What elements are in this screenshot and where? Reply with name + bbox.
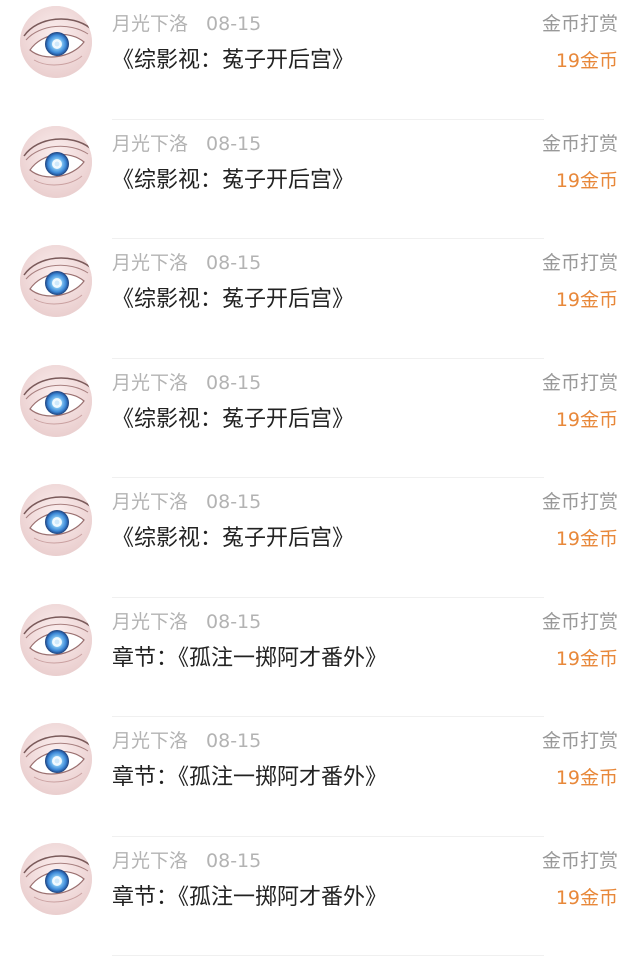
- reward-amount: 19金币: [556, 526, 618, 552]
- eye-avatar-icon: [20, 723, 92, 795]
- avatar[interactable]: [20, 126, 92, 198]
- username[interactable]: 月光下洛: [112, 13, 188, 35]
- eye-avatar-icon: [20, 365, 92, 437]
- username[interactable]: 月光下洛: [112, 850, 188, 872]
- list-item[interactable]: 月光下洛 08-15 章节：《孤注一掷阿才番外》 金币打赏 19金币: [0, 598, 640, 718]
- eye-avatar-icon: [20, 126, 92, 198]
- list-item[interactable]: 月光下洛 08-15 章节：《孤注一掷阿才番外》 金币打赏 19金币: [0, 837, 640, 956]
- item-meta: 月光下洛 08-15: [112, 250, 261, 276]
- item-meta: 月光下洛 08-15: [112, 131, 261, 157]
- list-item[interactable]: 月光下洛 08-15 《综影视：菟子开后宫》 金币打赏 19金币: [0, 359, 640, 479]
- item-meta: 月光下洛 08-15: [112, 609, 261, 635]
- eye-avatar-icon: [20, 6, 92, 78]
- reward-type-label: 金币打赏: [542, 250, 618, 276]
- item-meta: 月光下洛 08-15: [112, 11, 261, 37]
- eye-avatar-icon: [20, 604, 92, 676]
- avatar[interactable]: [20, 843, 92, 915]
- book-title[interactable]: 《综影视：菟子开后宫》: [112, 524, 354, 554]
- reward-type-label: 金币打赏: [542, 370, 618, 396]
- eye-avatar-icon: [20, 843, 92, 915]
- avatar[interactable]: [20, 365, 92, 437]
- list-item[interactable]: 月光下洛 08-15 《综影视：菟子开后宫》 金币打赏 19金币: [0, 478, 640, 598]
- date: 08-15: [206, 611, 261, 633]
- date: 08-15: [206, 850, 261, 872]
- item-meta: 月光下洛 08-15: [112, 728, 261, 754]
- reward-type-label: 金币打赏: [542, 11, 618, 37]
- date: 08-15: [206, 13, 261, 35]
- username[interactable]: 月光下洛: [112, 611, 188, 633]
- username[interactable]: 月光下洛: [112, 730, 188, 752]
- avatar[interactable]: [20, 604, 92, 676]
- username[interactable]: 月光下洛: [112, 252, 188, 274]
- reward-type-label: 金币打赏: [542, 609, 618, 635]
- item-meta: 月光下洛 08-15: [112, 370, 261, 396]
- reward-list: 月光下洛 08-15 《综影视：菟子开后宫》 金币打赏 19金币 月光下洛 08-1…: [0, 0, 640, 956]
- list-item[interactable]: 月光下洛 08-15 《综影视：菟子开后宫》 金币打赏 19金币: [0, 120, 640, 240]
- book-title[interactable]: 章节：《孤注一掷阿才番外》: [112, 644, 387, 674]
- reward-amount: 19金币: [556, 885, 618, 911]
- eye-avatar-icon: [20, 484, 92, 556]
- reward-type-label: 金币打赏: [542, 131, 618, 157]
- date: 08-15: [206, 491, 261, 513]
- book-title[interactable]: 《综影视：菟子开后宫》: [112, 166, 354, 196]
- date: 08-15: [206, 133, 261, 155]
- reward-amount: 19金币: [556, 646, 618, 672]
- eye-avatar-icon: [20, 245, 92, 317]
- avatar[interactable]: [20, 484, 92, 556]
- book-title[interactable]: 《综影视：菟子开后宫》: [112, 285, 354, 315]
- reward-amount: 19金币: [556, 48, 618, 74]
- reward-type-label: 金币打赏: [542, 848, 618, 874]
- book-title[interactable]: 章节：《孤注一掷阿才番外》: [112, 883, 387, 913]
- book-title[interactable]: 《综影视：菟子开后宫》: [112, 405, 354, 435]
- list-item[interactable]: 月光下洛 08-15 《综影视：菟子开后宫》 金币打赏 19金币: [0, 239, 640, 359]
- date: 08-15: [206, 730, 261, 752]
- item-meta: 月光下洛 08-15: [112, 489, 261, 515]
- avatar[interactable]: [20, 6, 92, 78]
- reward-amount: 19金币: [556, 407, 618, 433]
- username[interactable]: 月光下洛: [112, 491, 188, 513]
- reward-amount: 19金币: [556, 168, 618, 194]
- book-title[interactable]: 章节：《孤注一掷阿才番外》: [112, 763, 387, 793]
- avatar[interactable]: [20, 245, 92, 317]
- list-item[interactable]: 月光下洛 08-15 章节：《孤注一掷阿才番外》 金币打赏 19金币: [0, 717, 640, 837]
- date: 08-15: [206, 372, 261, 394]
- list-item[interactable]: 月光下洛 08-15 《综影视：菟子开后宫》 金币打赏 19金币: [0, 0, 640, 120]
- avatar[interactable]: [20, 723, 92, 795]
- username[interactable]: 月光下洛: [112, 133, 188, 155]
- item-meta: 月光下洛 08-15: [112, 848, 261, 874]
- book-title[interactable]: 《综影视：菟子开后宫》: [112, 46, 354, 76]
- reward-amount: 19金币: [556, 765, 618, 791]
- date: 08-15: [206, 252, 261, 274]
- reward-type-label: 金币打赏: [542, 489, 618, 515]
- reward-amount: 19金币: [556, 287, 618, 313]
- reward-type-label: 金币打赏: [542, 728, 618, 754]
- username[interactable]: 月光下洛: [112, 372, 188, 394]
